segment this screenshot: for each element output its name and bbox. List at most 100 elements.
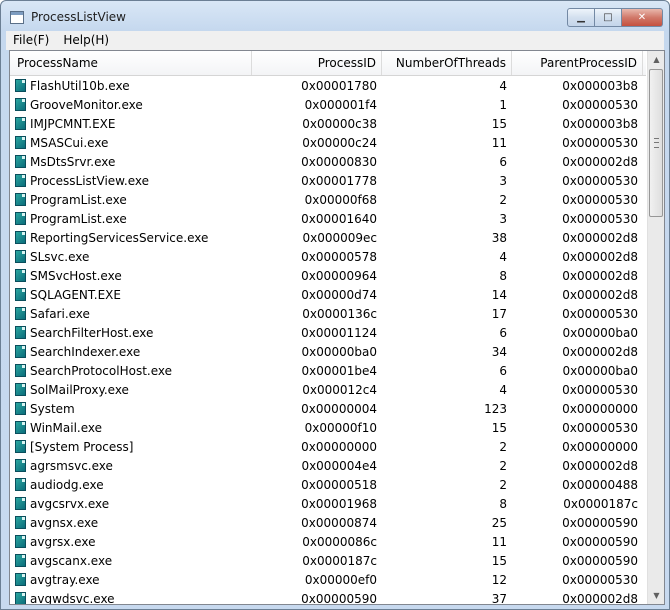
process-exe-icon <box>15 573 26 586</box>
process-exe-icon <box>15 535 26 548</box>
column-header-process-name[interactable]: ProcessName <box>10 51 252 75</box>
table-row[interactable]: SMSvcHost.exe 0x00000964 8 0x000002d8 <box>10 266 646 285</box>
process-id-cell: 0x000001f4 <box>304 97 377 112</box>
process-name: SLsvc.exe <box>30 249 90 264</box>
thread-count-cell: 37 <box>491 591 507 605</box>
minimize-button[interactable]: ▁ <box>567 8 595 27</box>
process-exe-icon <box>15 402 26 415</box>
table-row[interactable]: [System Process] 0x00000000 2 0x00000000 <box>10 437 646 456</box>
process-name: [System Process] <box>30 439 134 454</box>
table-row[interactable]: System 0x00000004 123 0x00000000 <box>10 399 646 418</box>
table-row[interactable]: MsDtsSrvr.exe 0x00000830 6 0x000002d8 <box>10 152 646 171</box>
process-name-cell: MsDtsSrvr.exe <box>10 155 252 169</box>
caption-buttons: ▁ □ ✕ <box>567 8 663 27</box>
table-row[interactable]: SearchProtocolHost.exe 0x00001be4 6 0x00000… <box>10 361 646 380</box>
table-row[interactable]: ProgramList.exe 0x00000f68 2 0x00000530 <box>10 190 646 209</box>
thread-count-cell: 2 <box>499 477 507 492</box>
process-name: avgtray.exe <box>30 572 100 587</box>
parent-process-id-cell: 0x00000ba0 <box>562 363 638 378</box>
table-row[interactable]: ProcessListView.exe 0x00001778 3 0x00000530 <box>10 171 646 190</box>
close-button[interactable]: ✕ <box>622 8 663 27</box>
process-name: Safari.exe <box>30 306 90 321</box>
table-row[interactable]: ReportingServicesService.exe 0x000009ec 38… <box>10 228 646 247</box>
thread-count-cell: 8 <box>499 268 507 283</box>
process-name-cell: SearchProtocolHost.exe <box>10 364 252 378</box>
scroll-up-button[interactable]: ▲ <box>648 51 665 68</box>
process-id-cell: 0x00000874 <box>301 515 377 530</box>
process-id-cell: 0x00001be4 <box>301 363 377 378</box>
process-name: GrooveMonitor.exe <box>30 97 143 112</box>
table-row[interactable]: MSASCui.exe 0x00000c24 11 0x00000530 <box>10 133 646 152</box>
table-row[interactable]: agrsmsvc.exe 0x000004e4 2 0x000002d8 <box>10 456 646 475</box>
column-header-parent-process-id[interactable]: ParentProcessID <box>512 51 643 75</box>
parent-process-id-cell: 0x00000530 <box>562 572 638 587</box>
table-row[interactable]: audiodg.exe 0x00000518 2 0x00000488 <box>10 475 646 494</box>
scroll-down-button[interactable]: ▼ <box>648 587 665 604</box>
process-name-cell: GrooveMonitor.exe <box>10 98 252 112</box>
parent-process-id-cell: 0x00000488 <box>562 477 638 492</box>
process-id-cell: 0x00001640 <box>301 211 377 226</box>
process-id-cell: 0x000009ec <box>302 230 377 245</box>
table-row[interactable]: WinMail.exe 0x00000f10 15 0x00000530 <box>10 418 646 437</box>
thread-count-cell: 15 <box>491 553 507 568</box>
process-name: ProcessListView.exe <box>30 173 149 188</box>
process-name: MsDtsSrvr.exe <box>30 154 116 169</box>
process-id-cell: 0x00000964 <box>301 268 377 283</box>
parent-process-id-cell: 0x000002d8 <box>562 458 638 473</box>
table-row[interactable]: SolMailProxy.exe 0x000012c4 4 0x00000530 <box>10 380 646 399</box>
process-list-view[interactable]: ProcessName ProcessID NumberOfThreads Pa… <box>9 50 665 605</box>
table-row[interactable]: SearchIndexer.exe 0x00000ba0 34 0x000002d8 <box>10 342 646 361</box>
vertical-scrollbar[interactable]: ▲ ▼ <box>647 51 664 604</box>
table-row[interactable]: Safari.exe 0x0000136c 17 0x00000530 <box>10 304 646 323</box>
process-name-cell: SMSvcHost.exe <box>10 269 252 283</box>
process-name-cell: [System Process] <box>10 440 252 454</box>
process-name: SearchIndexer.exe <box>30 344 141 359</box>
table-row[interactable]: SLsvc.exe 0x00000578 4 0x000002d8 <box>10 247 646 266</box>
process-name: SearchFilterHost.exe <box>30 325 154 340</box>
process-id-cell: 0x000004e4 <box>301 458 377 473</box>
table-row[interactable]: ProgramList.exe 0x00001640 3 0x00000530 <box>10 209 646 228</box>
minimize-icon: ▁ <box>577 12 585 23</box>
process-name: SQLAGENT.EXE <box>30 287 121 302</box>
column-header-process-id[interactable]: ProcessID <box>252 51 382 75</box>
process-exe-icon <box>15 98 26 111</box>
table-row[interactable]: avgnsx.exe 0x00000874 25 0x00000590 <box>10 513 646 532</box>
table-row[interactable]: avgwdsvc.exe 0x00000590 37 0x000002d8 <box>10 589 646 604</box>
table-row[interactable]: avgscanx.exe 0x0000187c 15 0x00000590 <box>10 551 646 570</box>
parent-process-id-cell: 0x00000530 <box>562 420 638 435</box>
column-header-thread-count[interactable]: NumberOfThreads <box>382 51 512 75</box>
thread-count-cell: 12 <box>491 572 507 587</box>
process-exe-icon <box>15 79 26 92</box>
table-row[interactable]: SearchFilterHost.exe 0x00001124 6 0x00000ba… <box>10 323 646 342</box>
maximize-button[interactable]: □ <box>595 8 622 27</box>
process-exe-icon <box>15 516 26 529</box>
process-name-cell: avgcsrvx.exe <box>10 497 252 511</box>
process-id-cell: 0x00000830 <box>301 154 377 169</box>
table-row[interactable]: SQLAGENT.EXE 0x00000d74 14 0x000002d8 <box>10 285 646 304</box>
scroll-thumb[interactable] <box>649 69 663 217</box>
thread-count-cell: 1 <box>499 97 507 112</box>
parent-process-id-cell: 0x000002d8 <box>562 154 638 169</box>
table-row[interactable]: IMJPCMNT.EXE 0x00000c38 15 0x000003b8 <box>10 114 646 133</box>
thread-count-cell: 34 <box>491 344 507 359</box>
table-row[interactable]: FlashUtil10b.exe 0x00001780 4 0x000003b8 <box>10 76 646 95</box>
scroll-grip-icon <box>654 138 659 148</box>
table-row[interactable]: avgcsrvx.exe 0x00001968 8 0x0000187c <box>10 494 646 513</box>
process-id-cell: 0x00001968 <box>301 496 377 511</box>
maximize-icon: □ <box>603 12 613 23</box>
title-bar[interactable]: ProcessListView ▁ □ ✕ <box>1 1 669 31</box>
menu-help[interactable]: Help(H) <box>56 31 116 50</box>
process-name: agrsmsvc.exe <box>30 458 113 473</box>
menu-file[interactable]: File(F) <box>6 31 56 50</box>
parent-process-id-cell: 0x00000ba0 <box>562 325 638 340</box>
thread-count-cell: 15 <box>491 116 507 131</box>
thread-count-cell: 123 <box>484 401 507 416</box>
process-name-cell: avgscanx.exe <box>10 554 252 568</box>
table-row[interactable]: avgrsx.exe 0x0000086c 11 0x00000590 <box>10 532 646 551</box>
process-id-cell: 0x00000004 <box>301 401 377 416</box>
table-row[interactable]: GrooveMonitor.exe 0x000001f4 1 0x00000530 <box>10 95 646 114</box>
process-name: ProgramList.exe <box>30 192 127 207</box>
process-id-cell: 0x00000590 <box>301 591 377 605</box>
table-row[interactable]: avgtray.exe 0x00000ef0 12 0x00000530 <box>10 570 646 589</box>
app-window-icon[interactable] <box>10 11 24 24</box>
